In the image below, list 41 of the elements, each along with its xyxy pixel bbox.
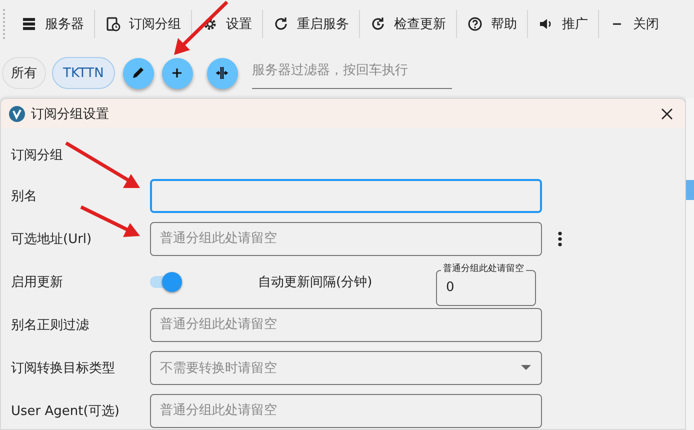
input-field[interactable]: 普通分组此处请留空 [150, 394, 542, 428]
minus-icon [613, 23, 621, 25]
section-title: 订阅分组 [11, 147, 63, 164]
server-icon [21, 16, 37, 32]
help-icon [467, 16, 483, 32]
toolbar-button[interactable]: 检查更新 [360, 9, 456, 39]
interval-label: 自动更新间隔(分钟) [258, 274, 374, 290]
field-label: 别名 [11, 188, 38, 204]
filter-field[interactable]: 服务器过滤器，按回车执行 [252, 57, 452, 89]
list-row-highlight [686, 180, 694, 200]
field-label: User Agent(可选) [11, 402, 120, 420]
close-icon [661, 108, 673, 120]
clock-refresh-icon [370, 16, 386, 32]
logo-icon [9, 106, 25, 122]
toolbar-button[interactable]: 设置 [192, 9, 262, 39]
field-label: 启用更新 [11, 274, 64, 290]
input-field[interactable] [150, 178, 542, 212]
group-chip[interactable]: 所有 [2, 57, 46, 89]
more-icon [558, 230, 562, 246]
toggle-switch[interactable] [150, 272, 182, 292]
calendar-clock-icon [105, 16, 121, 32]
caret-icon [521, 365, 531, 370]
field-label: 订阅转换目标类型 [11, 360, 116, 376]
input-field[interactable]: 普通分组此处请留空 [150, 308, 542, 342]
edit-button[interactable] [122, 58, 154, 88]
input-field[interactable]: 普通分组此处请留空 [150, 222, 542, 256]
refresh-icon [273, 16, 289, 32]
pencil-icon [130, 65, 146, 81]
toolbar-button[interactable]: 帮助 [457, 9, 527, 39]
field-label: 可选地址(Url) [11, 230, 93, 248]
toolbar-button[interactable]: 关闭 [599, 9, 669, 39]
toolbar-button[interactable]: 服务器 [11, 9, 94, 39]
split-icon [214, 65, 230, 81]
toolbar-button[interactable]: 推广 [528, 9, 598, 39]
group-chip[interactable]: TKTTN [52, 57, 115, 89]
toolbar-button[interactable]: 重启服务 [263, 9, 359, 39]
dialog-title: 订阅分组设置 [31, 106, 110, 122]
toolbar-button[interactable]: 订阅分组 [95, 9, 191, 39]
field-label: 别名正则过滤 [11, 316, 90, 334]
split-button[interactable] [206, 58, 238, 88]
add-button[interactable] [162, 58, 193, 88]
